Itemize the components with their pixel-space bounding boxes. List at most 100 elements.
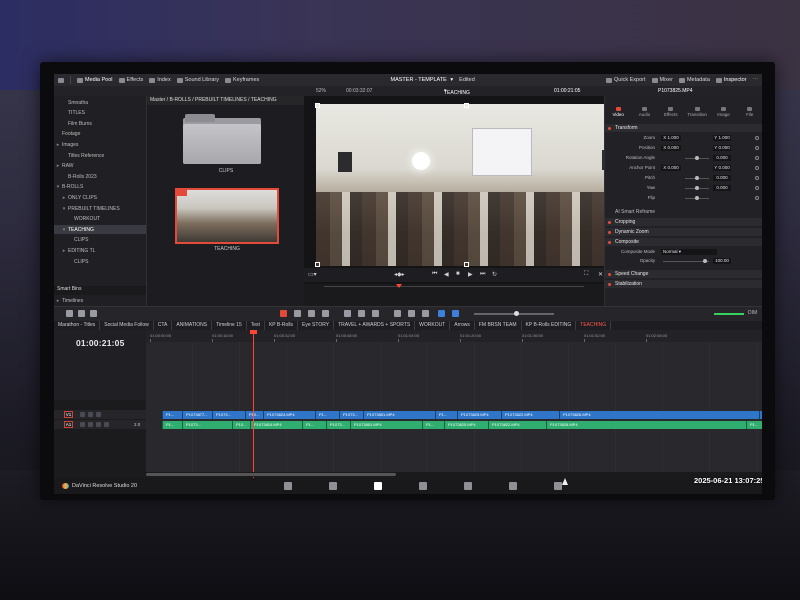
composite-mode-select[interactable]: Normal ▾: [661, 249, 717, 255]
position-lock-icon[interactable]: [422, 310, 429, 317]
list-view-icon[interactable]: [78, 310, 85, 317]
sidebar-item-prebuilt-timelines[interactable]: ▾ PREBUILT TIMELINES: [54, 204, 146, 213]
loop-icon[interactable]: ↻: [492, 271, 497, 278]
media-page-icon[interactable]: [284, 482, 292, 490]
value-field[interactable]: X 1.000: [661, 135, 681, 141]
viewer-zoom[interactable]: 52%: [316, 88, 326, 94]
video-clip[interactable]: P1073825.MP4: [457, 411, 501, 419]
tab-video[interactable]: Video: [605, 106, 631, 120]
cut-page-icon[interactable]: [329, 482, 337, 490]
timeline-tab[interactable]: Social Media Follow: [100, 321, 154, 330]
playhead[interactable]: [253, 331, 254, 481]
tab-effects[interactable]: Effects: [658, 106, 684, 120]
opacity-field[interactable]: 100.00: [713, 258, 731, 264]
keyframes-button[interactable]: Keyframes: [224, 77, 259, 83]
eye-icon[interactable]: [96, 412, 101, 417]
window-controls-icon[interactable]: [58, 77, 64, 83]
keyframe-icon[interactable]: [755, 166, 759, 170]
timeline-tab[interactable]: CTA: [154, 321, 173, 330]
play-icon[interactable]: ▶: [468, 271, 473, 278]
chevron-icon[interactable]: ▸: [54, 142, 62, 148]
sound-library-button[interactable]: Sound Library: [176, 77, 219, 83]
sidebar-item-only-clips[interactable]: ▸ ONLY CLIPS: [54, 193, 146, 202]
video-clip[interactable]: P10...: [245, 411, 263, 419]
audio-clip[interactable]: P1073822.MP4: [488, 421, 546, 429]
tab-audio[interactable]: Audio: [631, 106, 657, 120]
jog-playhead-icon[interactable]: [396, 284, 402, 288]
keyframe-icon[interactable]: [755, 156, 759, 160]
value-field[interactable]: Y 0.000: [713, 145, 731, 151]
flag-icon[interactable]: [438, 310, 445, 317]
lock-icon[interactable]: [80, 412, 85, 417]
sidebar-item-titles-reference[interactable]: Titles Reference: [54, 151, 146, 160]
section-composite[interactable]: Composite: [605, 238, 762, 246]
chevron-icon[interactable]: ▾: [54, 184, 62, 190]
link-icon[interactable]: [408, 310, 415, 317]
video-clip[interactable]: P1...: [315, 411, 339, 419]
fusion-page-icon[interactable]: [419, 482, 427, 490]
video-clip[interactable]: P1073824.MP4: [263, 411, 315, 419]
audio-clip[interactable]: P1073824.MP4: [250, 421, 302, 429]
video-clip[interactable]: P1...: [435, 411, 457, 419]
fairlight-page-icon[interactable]: [509, 482, 517, 490]
sidebar-item-smnatha[interactable]: Smnatha: [54, 98, 146, 107]
trim-tool-icon[interactable]: [294, 310, 301, 317]
chevron-icon[interactable]: ▸: [60, 195, 68, 201]
sidebar-item-b-rolls[interactable]: ▾ B-ROLLS: [54, 183, 146, 192]
audio-clip[interactable]: P1...: [162, 421, 182, 429]
keyframe-icon[interactable]: [755, 186, 759, 190]
audio-clip[interactable]: P1...: [746, 421, 762, 429]
jog-left-icon[interactable]: ◂◆▸: [394, 271, 405, 278]
layout-icon[interactable]: [66, 310, 73, 317]
fullscreen-icon[interactable]: ⛶: [584, 271, 588, 278]
transform-handle[interactable]: [464, 262, 469, 267]
value-field[interactable]: X 0.000: [661, 145, 681, 151]
audio-clip[interactable]: P1...: [302, 421, 326, 429]
video-clip[interactable]: P1073877...: [182, 411, 212, 419]
section-stabilization[interactable]: Stabilization: [605, 280, 762, 288]
sidebar-item-clips[interactable]: CLIPS: [54, 257, 146, 266]
viewer-jog-bar[interactable]: [304, 284, 604, 306]
video-clip[interactable]: P1...: [759, 411, 762, 419]
timeline-tab[interactable]: TRAVEL + AWARDS + SPORTS: [334, 321, 416, 330]
audio-clip[interactable]: P1073826.MP4: [546, 421, 746, 429]
transform-handle[interactable]: [464, 103, 469, 108]
track-v1-label[interactable]: V1: [64, 411, 73, 418]
timeline-tab[interactable]: WORKOUT: [415, 321, 451, 330]
timeline-tab[interactable]: KP B-Rolls EDITING: [522, 321, 577, 330]
section-cropping[interactable]: Cropping: [605, 218, 762, 226]
value-field[interactable]: 0.000: [713, 175, 731, 181]
folder-thumbnail[interactable]: [183, 114, 261, 164]
volume-slider[interactable]: [714, 313, 744, 315]
index-button[interactable]: Index: [149, 77, 171, 83]
deliver-page-icon[interactable]: [554, 482, 562, 490]
video-clip[interactable]: P1073822.MP4: [501, 411, 559, 419]
media-pool-button[interactable]: Media Pool: [77, 77, 113, 83]
audio-clip[interactable]: P1073...: [182, 421, 232, 429]
value-slider[interactable]: [685, 196, 709, 200]
section-dynamic-zoom[interactable]: Dynamic Zoom: [605, 228, 762, 236]
keyframe-icon[interactable]: [755, 146, 759, 150]
overwrite-clip-icon[interactable]: [358, 310, 365, 317]
settings-icon[interactable]: [90, 310, 97, 317]
keyframe-icon[interactable]: [755, 176, 759, 180]
sidebar-item-clips[interactable]: CLIPS: [54, 236, 146, 245]
video-clip[interactable]: P1...: [162, 411, 182, 419]
video-clip[interactable]: P1073851.MP4: [363, 411, 435, 419]
sidebar-item-b-rolls-2023[interactable]: B-Rolls 2023: [54, 172, 146, 181]
timeline-tab[interactable]: FM BRSN TEAM: [475, 321, 522, 330]
stop-icon[interactable]: ■: [456, 271, 460, 277]
skip-start-icon[interactable]: ⏮: [432, 271, 437, 278]
audio-clip[interactable]: P1073851.MP4: [350, 421, 422, 429]
sidebar-item-workout[interactable]: WORKOUT: [54, 215, 146, 224]
dim-button[interactable]: DIM: [748, 310, 757, 316]
section-smart-reframe[interactable]: AI Smart Reframe: [605, 208, 762, 216]
audio-clip[interactable]: P10...: [232, 421, 250, 429]
dynamic-trim-icon[interactable]: [308, 310, 315, 317]
color-page-icon[interactable]: [464, 482, 472, 490]
auto-select-icon[interactable]: [88, 412, 93, 417]
timeline-scrollbar[interactable]: [146, 472, 762, 477]
timeline-tab[interactable]: TEACHING: [576, 321, 612, 330]
quick-export-button[interactable]: Quick Export: [606, 77, 646, 83]
timeline-tracks[interactable]: [146, 342, 762, 472]
